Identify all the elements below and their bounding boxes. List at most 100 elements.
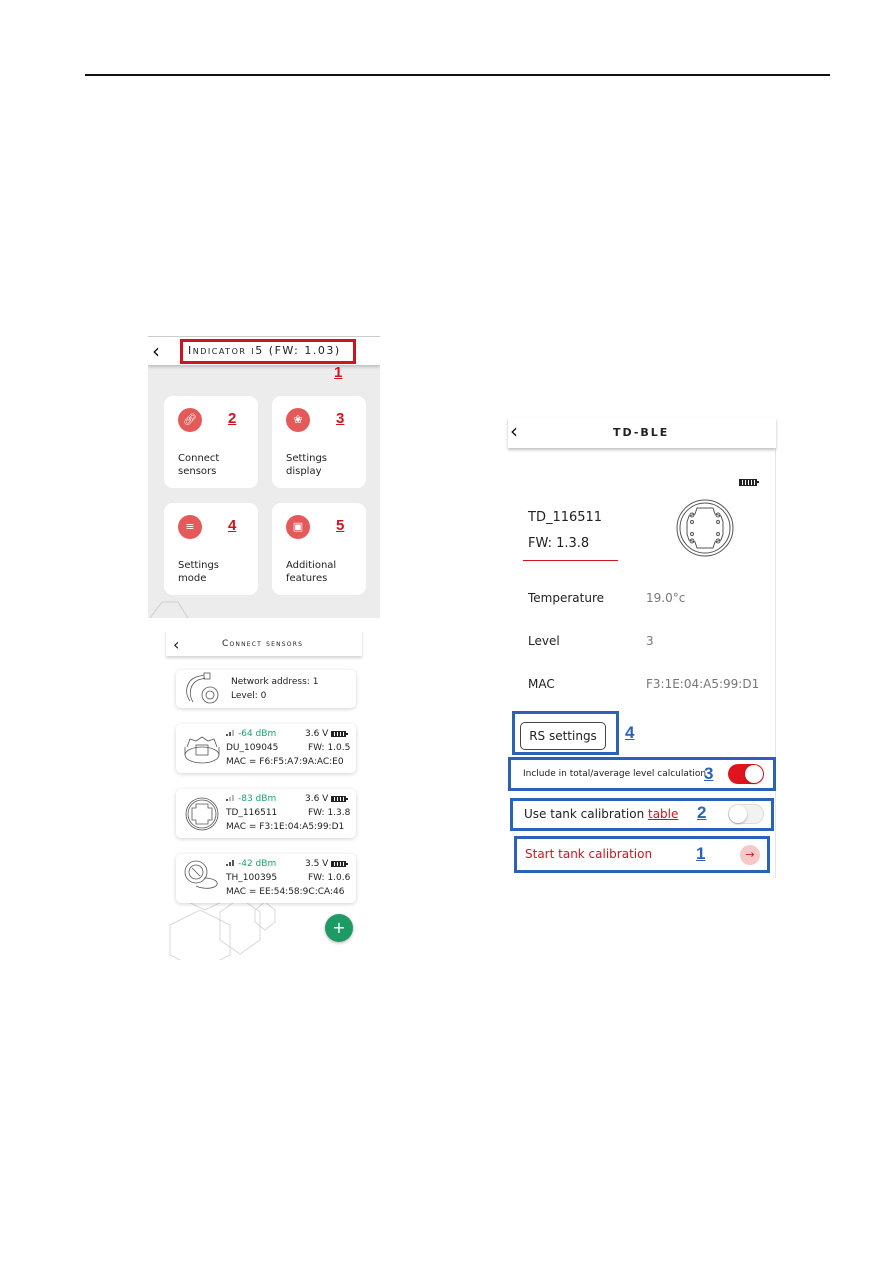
mac-address: MAC = F6:F5:A7:9A:AC:E0	[226, 757, 344, 767]
calibration-table-link[interactable]: table	[648, 807, 678, 821]
tile-label: Settings display	[286, 452, 327, 478]
connect-sensors-screen: ‹ Connect sensors Network address: 1 Lev…	[160, 630, 368, 960]
chevron-left-icon[interactable]: ‹	[173, 635, 179, 655]
voltage: 3.5 V	[305, 859, 349, 869]
annotation-number: 2	[228, 410, 237, 427]
signal-strength: -42 dBm	[226, 859, 276, 869]
battery-icon	[739, 479, 759, 486]
signal-value: -83 dBm	[238, 794, 277, 804]
temperature-label: Temperature	[528, 591, 605, 605]
calibration-label-text: Use tank calibration	[524, 807, 645, 821]
tile-label-line: Additional	[286, 560, 337, 571]
chevron-left-icon[interactable]: ‹	[152, 341, 160, 361]
td-ble-screen: ‹ TD-BLE TD_116511 FW: 1.3.8 Temperature…	[508, 418, 776, 878]
annotation-number: 1	[696, 844, 706, 863]
tile-connect-sensors[interactable]: 🔗︎ 2 Connect sensors	[164, 396, 258, 488]
mac-address: MAC = F3:1E:04:A5:99:D1	[226, 822, 345, 832]
network-card[interactable]: Network address: 1 Level: 0	[176, 670, 356, 708]
tile-settings-mode[interactable]: ≡ 4 Settings mode	[164, 503, 258, 595]
signal-value: -64 dBm	[238, 729, 277, 739]
mac-address: MAC = EE:54:58:9C:CA:46	[226, 887, 345, 897]
tile-label-line: Settings	[286, 453, 328, 464]
sensor-name: TD_116511	[226, 808, 278, 818]
level-label: Level	[528, 634, 560, 648]
include-calculation-label: Include in total/average level calculati…	[523, 769, 707, 779]
tile-additional-features[interactable]: ▣ 5 Additional features	[272, 503, 366, 595]
page-title: Indicator i5 (FW: 1.03)	[188, 344, 341, 357]
toggle-knob	[729, 805, 747, 823]
signal-bars-icon	[226, 729, 235, 736]
page-title: Connect sensors	[222, 639, 304, 649]
tile-label-line: Settings	[178, 560, 220, 571]
voltage: 3.6 V	[305, 794, 349, 804]
signal-strength: -83 dBm	[226, 794, 276, 804]
signal-bars-icon	[226, 859, 235, 866]
battery-icon	[331, 861, 349, 867]
tile-label-line: sensors	[178, 466, 217, 477]
toggle-knob	[745, 765, 763, 783]
sensor-card[interactable]: -83 dBm 3.6 V TD_116511 FW: 1.3.8 MAC = …	[176, 789, 356, 838]
indicator-screen: ‹ Indicator i5 (FW: 1.03) 1 🔗︎ 2 Connect…	[148, 336, 380, 618]
page-title: TD-BLE	[613, 426, 670, 439]
page-header-rule	[85, 74, 830, 76]
sensor-name: DU_109045	[226, 743, 279, 753]
level-value: 3	[646, 634, 654, 648]
use-calibration-table-label: Use tank calibration table	[524, 807, 678, 821]
include-calculation-toggle[interactable]	[728, 764, 764, 784]
voltage-value: 3.6 V	[305, 729, 329, 739]
signal-strength: -64 dBm	[226, 729, 276, 739]
firmware-version: FW: 1.3.8	[308, 808, 351, 818]
arrow-right-icon[interactable]: →	[740, 845, 760, 865]
tile-settings-display[interactable]: ❀ 3 Settings display	[272, 396, 366, 488]
du-sensor-icon	[184, 736, 220, 764]
tile-label-line: features	[286, 573, 328, 584]
rs-settings-button[interactable]: RS settings	[520, 722, 606, 750]
battery-indicator	[736, 470, 759, 489]
link-icon: 🔗︎	[178, 408, 202, 432]
annotation-number: 5	[336, 517, 345, 534]
sliders-icon: ≡	[178, 515, 202, 539]
header-bar: ‹ TD-BLE	[508, 418, 776, 448]
start-calibration-label[interactable]: Start tank calibration	[525, 847, 652, 861]
mac-label: MAC	[528, 677, 555, 691]
annotation-number: 2	[697, 803, 707, 822]
tile-label: Connect sensors	[178, 452, 219, 478]
use-calibration-table-toggle[interactable]	[728, 804, 764, 824]
level-text: Level: 0	[231, 691, 267, 701]
gear-icon: ❀	[286, 408, 310, 432]
annotation-number: 3	[336, 410, 345, 427]
chevron-left-icon[interactable]: ‹	[510, 421, 518, 441]
firmware-version: FW: 1.0.5	[308, 743, 351, 753]
sensor-name: TD_116511	[528, 510, 603, 525]
header-bar: ‹ Indicator i5 (FW: 1.03)	[148, 336, 380, 365]
cable-sensor-icon	[186, 672, 219, 704]
annotation-number: 3	[704, 764, 714, 783]
tile-label-line: Connect	[178, 453, 220, 464]
add-sensor-button[interactable]: +	[325, 914, 353, 942]
signal-value: -42 dBm	[238, 859, 277, 869]
tile-label: Settings mode	[178, 559, 219, 585]
voltage-value: 3.6 V	[305, 794, 329, 804]
sensor-name: TH_100395	[226, 873, 278, 883]
th-sensor-icon	[184, 860, 218, 889]
tile-label: Additional features	[286, 559, 336, 585]
annotation-number: 4	[228, 517, 237, 534]
battery-icon	[331, 731, 349, 737]
voltage-value: 3.5 V	[305, 859, 329, 869]
tile-label-line: mode	[178, 573, 207, 584]
red-divider	[523, 560, 618, 561]
td-sensor-icon	[185, 797, 219, 831]
td-sensor-icon	[676, 499, 734, 557]
sensor-card[interactable]: -64 dBm 3.6 V DU_109045 FW: 1.0.5 MAC = …	[176, 724, 356, 773]
annotation-number: 4	[625, 723, 635, 742]
sensor-card[interactable]: -42 dBm 3.5 V TH_100395 FW: 1.0.6 MAC = …	[176, 854, 356, 903]
tile-label-line: display	[286, 466, 322, 477]
firmware-version: FW: 1.0.6	[308, 873, 351, 883]
battery-icon	[331, 796, 349, 802]
mac-value: F3:1E:04:A5:99:D1	[646, 677, 760, 691]
voltage: 3.6 V	[305, 729, 349, 739]
header-bar: ‹ Connect sensors	[166, 630, 362, 656]
annotation-number: 1	[334, 364, 343, 381]
temperature-value: 19.0°c	[646, 591, 686, 605]
folder-plus-icon: ▣	[286, 515, 310, 539]
